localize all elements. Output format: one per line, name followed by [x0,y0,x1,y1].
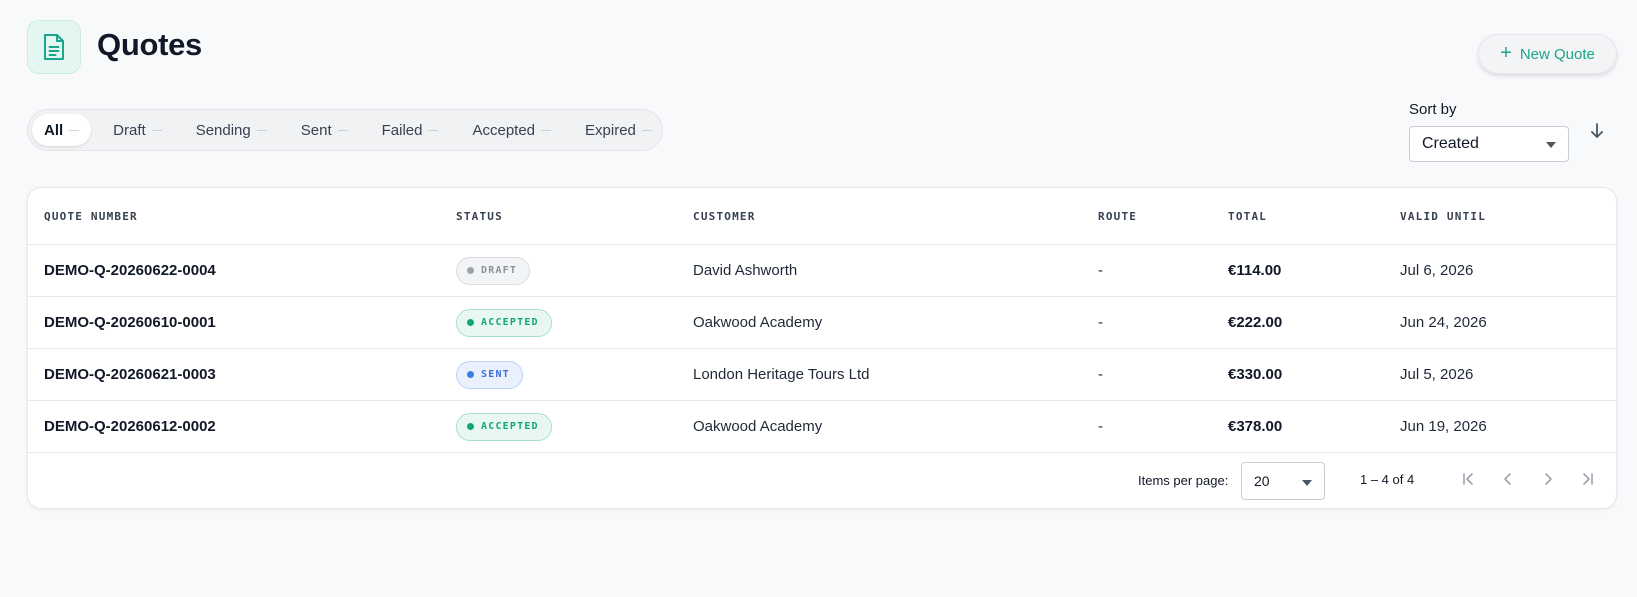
tab-count-placeholder [541,129,552,131]
route-cell: - [1098,418,1103,435]
dropdown-caret-icon [1546,142,1556,148]
status-text: DRAFT [481,265,518,276]
valid-until-cell: Jun 19, 2026 [1400,418,1487,435]
quote-number-cell: DEMO-Q-20260622-0004 [44,262,216,279]
customer-cell: David Ashworth [693,262,798,279]
route-cell: - [1098,366,1103,383]
table-row[interactable]: DEMO-Q-20260621-0003 SENT London Heritag… [28,349,1616,401]
status-text: SENT [481,369,510,380]
status-text: ACCEPTED [481,421,539,432]
table-header-row: QUOTE NUMBER STATUS CUSTOMER ROUTE TOTAL… [28,188,1616,245]
page-range-label: 1 – 4 of 4 [1360,472,1415,487]
tab-label: Expired [585,121,636,139]
status-text: ACCEPTED [481,317,539,328]
status-badge: DRAFT [456,256,531,285]
next-page-icon[interactable] [1539,470,1557,488]
tab-count-placeholder [69,129,80,131]
sort-direction-arrow-down-icon[interactable] [1588,121,1606,141]
customer-cell: Oakwood Academy [693,314,823,331]
status-dot-icon [467,319,474,326]
status-cell: SENT [456,349,523,400]
last-page-icon[interactable] [1579,470,1597,488]
tab-label: All [44,121,64,139]
column-header-quote-number[interactable]: QUOTE NUMBER [44,188,138,244]
tab-label: Draft [113,121,146,139]
status-badge: ACCEPTED [456,308,552,337]
items-per-page-select[interactable]: 20 [1241,462,1325,500]
column-header-status[interactable]: STATUS [456,188,503,244]
quote-number-cell: DEMO-Q-20260612-0002 [44,418,216,435]
status-dot-icon [467,423,474,430]
sort-by-select[interactable]: Created [1409,126,1569,162]
column-header-total[interactable]: TOTAL [1228,188,1267,244]
items-per-page-label: Items per page: [1138,473,1229,488]
total-cell: €330.00 [1228,366,1283,383]
tab-count-placeholder [428,129,439,131]
tab-count-placeholder [151,129,162,131]
tab-label: Accepted [472,121,536,139]
valid-until-cell: Jul 5, 2026 [1400,366,1474,383]
status-dot-icon [467,371,474,378]
tab-label: Sent [300,121,332,139]
status-badge: SENT [456,360,523,389]
tab-accepted[interactable]: Accepted [460,114,563,146]
quotes-table: QUOTE NUMBER STATUS CUSTOMER ROUTE TOTAL… [27,187,1617,509]
tab-all[interactable]: All [32,114,92,146]
status-dot-icon [467,267,474,274]
status-badge: ACCEPTED [456,412,552,441]
customer-cell: London Heritage Tours Ltd [693,366,870,383]
tab-count-placeholder [337,129,348,131]
valid-until-cell: Jul 6, 2026 [1400,262,1474,279]
dropdown-caret-icon [1302,480,1312,486]
sort-by-value: Created [1422,135,1479,152]
total-cell: €114.00 [1228,262,1282,279]
tab-count-placeholder [641,129,652,131]
status-filter-tabs: All Draft Sending Sent Failed Accepted E… [27,109,663,151]
total-cell: €222.00 [1228,314,1283,331]
sort-by-label: Sort by [1409,101,1457,118]
route-cell: - [1098,262,1103,279]
tab-label: Failed [381,121,423,139]
plus-icon: + [1500,42,1512,64]
quotes-page: Quotes + New Quote All Draft Sending Sen… [0,0,1637,597]
customer-cell: Oakwood Academy [693,418,823,435]
tab-label: Sending [195,121,251,139]
column-header-customer[interactable]: CUSTOMER [693,188,756,244]
status-cell: DRAFT [456,245,531,296]
status-cell: ACCEPTED [456,297,552,348]
column-header-route[interactable]: ROUTE [1098,188,1137,244]
table-row[interactable]: DEMO-Q-20260610-0001 ACCEPTED Oakwood Ac… [28,297,1616,349]
tab-count-placeholder [256,129,267,131]
page-title: Quotes [97,27,202,62]
total-cell: €378.00 [1228,418,1283,435]
quote-number-cell: DEMO-Q-20260610-0001 [44,314,216,331]
paginator: Items per page: 20 1 – 4 of 4 [28,453,1616,508]
route-cell: - [1098,314,1103,331]
table-row[interactable]: DEMO-Q-20260622-0004 DRAFT David Ashwort… [28,245,1616,297]
first-page-icon[interactable] [1459,470,1477,488]
table-row[interactable]: DEMO-Q-20260612-0002 ACCEPTED Oakwood Ac… [28,401,1616,453]
valid-until-cell: Jun 24, 2026 [1400,314,1487,331]
status-cell: ACCEPTED [456,401,552,452]
tab-draft[interactable]: Draft [101,114,174,146]
previous-page-icon[interactable] [1499,470,1517,488]
tab-expired[interactable]: Expired [573,114,664,146]
new-quote-button[interactable]: + New Quote [1478,34,1617,74]
tab-sent[interactable]: Sent [289,114,360,146]
items-per-page-value: 20 [1254,473,1270,489]
tab-failed[interactable]: Failed [370,114,451,146]
new-quote-label: New Quote [1519,45,1595,63]
document-icon [27,20,81,74]
quote-number-cell: DEMO-Q-20260621-0003 [44,366,216,383]
tab-sending[interactable]: Sending [184,114,279,146]
column-header-valid-until[interactable]: VALID UNTIL [1400,188,1486,244]
